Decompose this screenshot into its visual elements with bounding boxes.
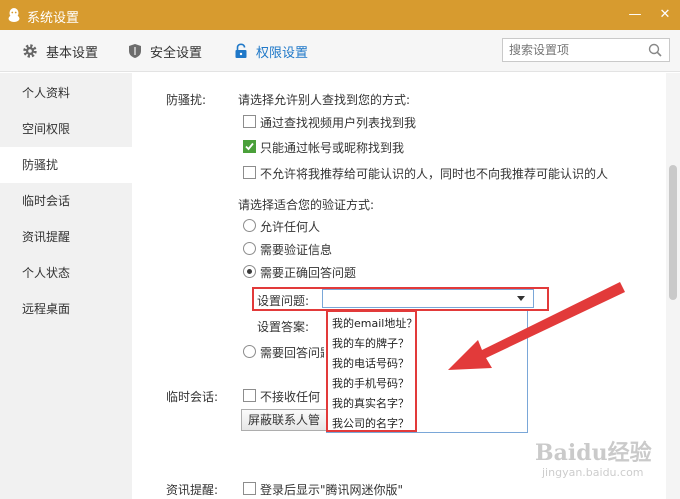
require-verify-info-radio[interactable] <box>243 242 256 255</box>
sidebar-item-personal-status[interactable]: 个人状态 <box>0 255 132 291</box>
tab-label: 权限设置 <box>256 45 309 61</box>
sidebar-item-news-reminder[interactable]: 资讯提醒 <box>0 219 132 255</box>
checkmark-icon <box>245 142 254 151</box>
temp-session-section-label: 临时会话: <box>166 390 219 404</box>
search-box[interactable] <box>502 38 670 62</box>
require-answer-radio[interactable] <box>243 265 256 278</box>
set-question-label: 设置问题: <box>257 294 310 308</box>
annotation-arrow-icon <box>448 282 625 370</box>
settings-tab-bar: 基本设置 安全设置 权限设置 <box>0 30 680 72</box>
title-bar: 系统设置 — ✕ <box>0 0 680 30</box>
search-icon[interactable] <box>647 42 663 58</box>
window-title: 系统设置 <box>27 11 80 26</box>
no-recommend-checkbox[interactable] <box>243 166 256 179</box>
show-mini-news-label: 登录后显示"腾讯网迷你版" <box>260 483 404 497</box>
verify-method-prompt: 请选择适合您的验证方式: <box>238 198 375 212</box>
show-mini-news-checkbox[interactable] <box>243 482 256 495</box>
find-by-video-list-label: 通过查找视频用户列表找到我 <box>260 116 417 130</box>
dropdown-option[interactable]: 我的车的牌子？ <box>332 335 409 351</box>
dropdown-option[interactable]: 我的email地址？ <box>332 315 417 331</box>
dropdown-option[interactable]: 我的真实名字？ <box>332 395 409 411</box>
reject-any-label: 不接收任何 <box>260 390 321 404</box>
qq-penguin-icon <box>8 8 20 22</box>
news-section-label: 资讯提醒: <box>166 483 219 497</box>
find-by-account-checkbox[interactable] <box>243 140 256 153</box>
tab-label: 基本设置 <box>46 45 99 61</box>
find-method-prompt: 请选择允许别人查找到您的方式: <box>238 93 411 107</box>
tab-label: 安全设置 <box>150 45 203 61</box>
sidebar-item-temp-session[interactable]: 临时会话 <box>0 183 132 219</box>
sidebar-item-remote-desktop[interactable]: 远程桌面 <box>0 291 132 327</box>
tab-security-settings[interactable]: 安全设置 <box>128 41 202 61</box>
shield-icon <box>129 44 141 58</box>
sidebar-item-space-permission[interactable]: 空间权限 <box>0 111 132 147</box>
require-answer-questions-label: 需要回答问题 <box>260 346 324 360</box>
sidebar: 个人资料 空间权限 防骚扰 临时会话 资讯提醒 个人状态 远程桌面 <box>0 73 132 499</box>
tab-permission-settings[interactable]: 权限设置 <box>234 41 308 61</box>
no-recommend-label: 不允许将我推荐给可能认识的人，同时也不向我推荐可能认识的人 <box>260 167 609 181</box>
sidebar-item-profile[interactable]: 个人资料 <box>0 75 132 111</box>
dropdown-option[interactable]: 我公司的名字？ <box>332 415 409 431</box>
lock-icon <box>235 43 247 58</box>
allow-anyone-label: 允许任何人 <box>260 220 321 234</box>
gear-icon <box>23 44 37 58</box>
tab-basic-settings[interactable]: 基本设置 <box>22 41 98 61</box>
sidebar-item-anti-harass[interactable]: 防骚扰 <box>0 147 132 183</box>
close-button[interactable]: ✕ <box>656 6 674 24</box>
require-answer-label: 需要正确回答问题 <box>260 266 357 280</box>
block-contacts-button[interactable]: 屏蔽联系人管 <box>241 409 327 431</box>
allow-anyone-radio[interactable] <box>243 219 256 232</box>
require-verify-info-label: 需要验证信息 <box>260 243 333 257</box>
baidu-watermark: Baidu经验 <box>535 440 652 466</box>
anti-harass-section-label: 防骚扰: <box>166 93 207 107</box>
dropdown-option[interactable]: 我的电话号码？ <box>332 355 409 371</box>
scrollbar-thumb[interactable] <box>669 165 677 300</box>
dropdown-option[interactable]: 我的手机号码？ <box>332 375 409 391</box>
find-by-video-list-checkbox[interactable] <box>243 115 256 128</box>
search-input[interactable] <box>503 39 643 61</box>
require-answer-questions-radio[interactable] <box>243 345 256 358</box>
set-answer-label: 设置答案: <box>257 320 310 334</box>
find-by-account-label: 只能通过帐号或昵称找到我 <box>260 141 405 155</box>
minimize-button[interactable]: — <box>626 6 644 24</box>
baidu-watermark-url: jingyan.baidu.com <box>542 466 644 479</box>
reject-any-checkbox[interactable] <box>243 389 256 402</box>
